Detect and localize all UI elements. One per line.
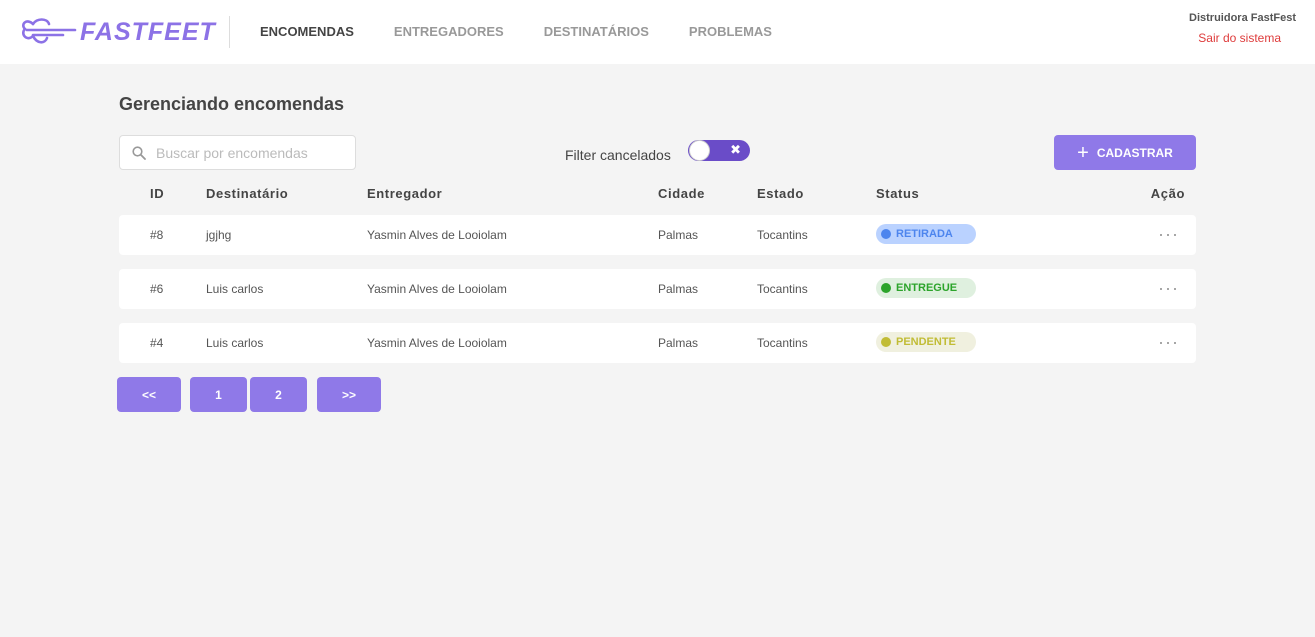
- plus-icon: +: [1077, 141, 1089, 164]
- column-header-deliveryman: Entregador: [367, 186, 443, 201]
- more-actions-icon[interactable]: ···: [1158, 225, 1179, 243]
- status-label: RETIRADA: [896, 228, 953, 240]
- cell-city: Palmas: [658, 228, 699, 242]
- table-row: #6 Luis carlos Yasmin Alves de Looiolam Pal…: [119, 269, 1196, 309]
- table-header: ID Destinatário Entregador Cidade Estado…: [119, 186, 1196, 202]
- column-header-status: Status: [876, 186, 920, 201]
- page-title: Gerenciando encomendas: [119, 94, 345, 114]
- profile-name: Distruidora FastFest: [1189, 12, 1296, 24]
- cell-recipient: jgjhg: [206, 228, 232, 242]
- cell-id: #6: [150, 282, 164, 296]
- top-header: FASTFEET ENCOMENDAS ENTREGADORES DESTINA…: [0, 0, 1315, 64]
- add-button-label: CADASTRAR: [1096, 145, 1173, 160]
- search-icon: [132, 145, 146, 160]
- filter-cancelled-toggle[interactable]: ✖: [688, 140, 750, 161]
- add-button[interactable]: + CADASTRAR: [1054, 135, 1196, 170]
- status-dot-icon: [881, 337, 891, 347]
- cell-state: Tocantins: [757, 336, 808, 350]
- search-box[interactable]: [119, 135, 356, 170]
- status-dot-icon: [881, 229, 891, 239]
- header-divider: [229, 16, 230, 48]
- column-header-action: Ação: [1150, 186, 1185, 201]
- nav-item-encomendas[interactable]: ENCOMENDAS: [260, 24, 354, 40]
- logo[interactable]: FASTFEET: [19, 14, 216, 50]
- status-label: ENTREGUE: [896, 282, 958, 294]
- status-badge: PENDENTE: [876, 332, 976, 352]
- cell-deliveryman: Yasmin Alves de Looiolam: [367, 336, 507, 350]
- search-input[interactable]: [156, 144, 346, 161]
- nav-item-entregadores[interactable]: ENTREGADORES: [394, 24, 504, 40]
- cell-recipient: Luis carlos: [206, 336, 264, 350]
- profile: Distruidora FastFest Sair do sistema: [1189, 12, 1296, 45]
- status-dot-icon: [881, 283, 891, 293]
- cell-city: Palmas: [658, 282, 699, 296]
- filter-cancelled-label: Filter cancelados: [565, 147, 671, 163]
- toggle-knob: [689, 140, 710, 161]
- nav-item-problemas[interactable]: PROBLEMAS: [689, 24, 772, 40]
- cell-deliveryman: Yasmin Alves de Looiolam: [367, 282, 507, 296]
- more-actions-icon[interactable]: ···: [1158, 279, 1179, 297]
- close-icon: ✖: [730, 142, 741, 157]
- column-header-recipient: Destinatário: [206, 186, 289, 201]
- main-nav: ENCOMENDAS ENTREGADORES DESTINATÁRIOS PR…: [260, 24, 812, 40]
- cell-city: Palmas: [658, 336, 699, 350]
- column-header-id: ID: [150, 186, 165, 201]
- pagination-prev-button[interactable]: <<: [117, 377, 181, 412]
- cell-recipient: Luis carlos: [206, 282, 264, 296]
- status-label: PENDENTE: [896, 336, 956, 348]
- more-actions-icon[interactable]: ···: [1158, 333, 1179, 351]
- status-badge: ENTREGUE: [876, 278, 976, 298]
- cell-id: #8: [150, 228, 164, 242]
- truck-wind-logo-icon: [22, 18, 77, 44]
- cell-deliveryman: Yasmin Alves de Looiolam: [367, 228, 507, 242]
- column-header-state: Estado: [757, 186, 804, 201]
- status-badge: RETIRADA: [876, 224, 976, 244]
- cell-state: Tocantins: [757, 282, 808, 296]
- nav-item-destinatarios[interactable]: DESTINATÁRIOS: [544, 24, 649, 40]
- cell-id: #4: [150, 336, 164, 350]
- pagination-page-1-button[interactable]: 1: [190, 377, 247, 412]
- pagination-next-button[interactable]: >>: [317, 377, 381, 412]
- cell-state: Tocantins: [757, 228, 808, 242]
- table-row: #8 jgjhg Yasmin Alves de Looiolam Palmas Toc…: [119, 215, 1196, 255]
- column-header-city: Cidade: [658, 186, 705, 201]
- logo-text: FASTFEET: [80, 17, 216, 46]
- logout-link[interactable]: Sair do sistema: [1189, 31, 1281, 45]
- pagination-page-2-button[interactable]: 2: [250, 377, 307, 412]
- table-row: #4 Luis carlos Yasmin Alves de Looiolam Pal…: [119, 323, 1196, 363]
